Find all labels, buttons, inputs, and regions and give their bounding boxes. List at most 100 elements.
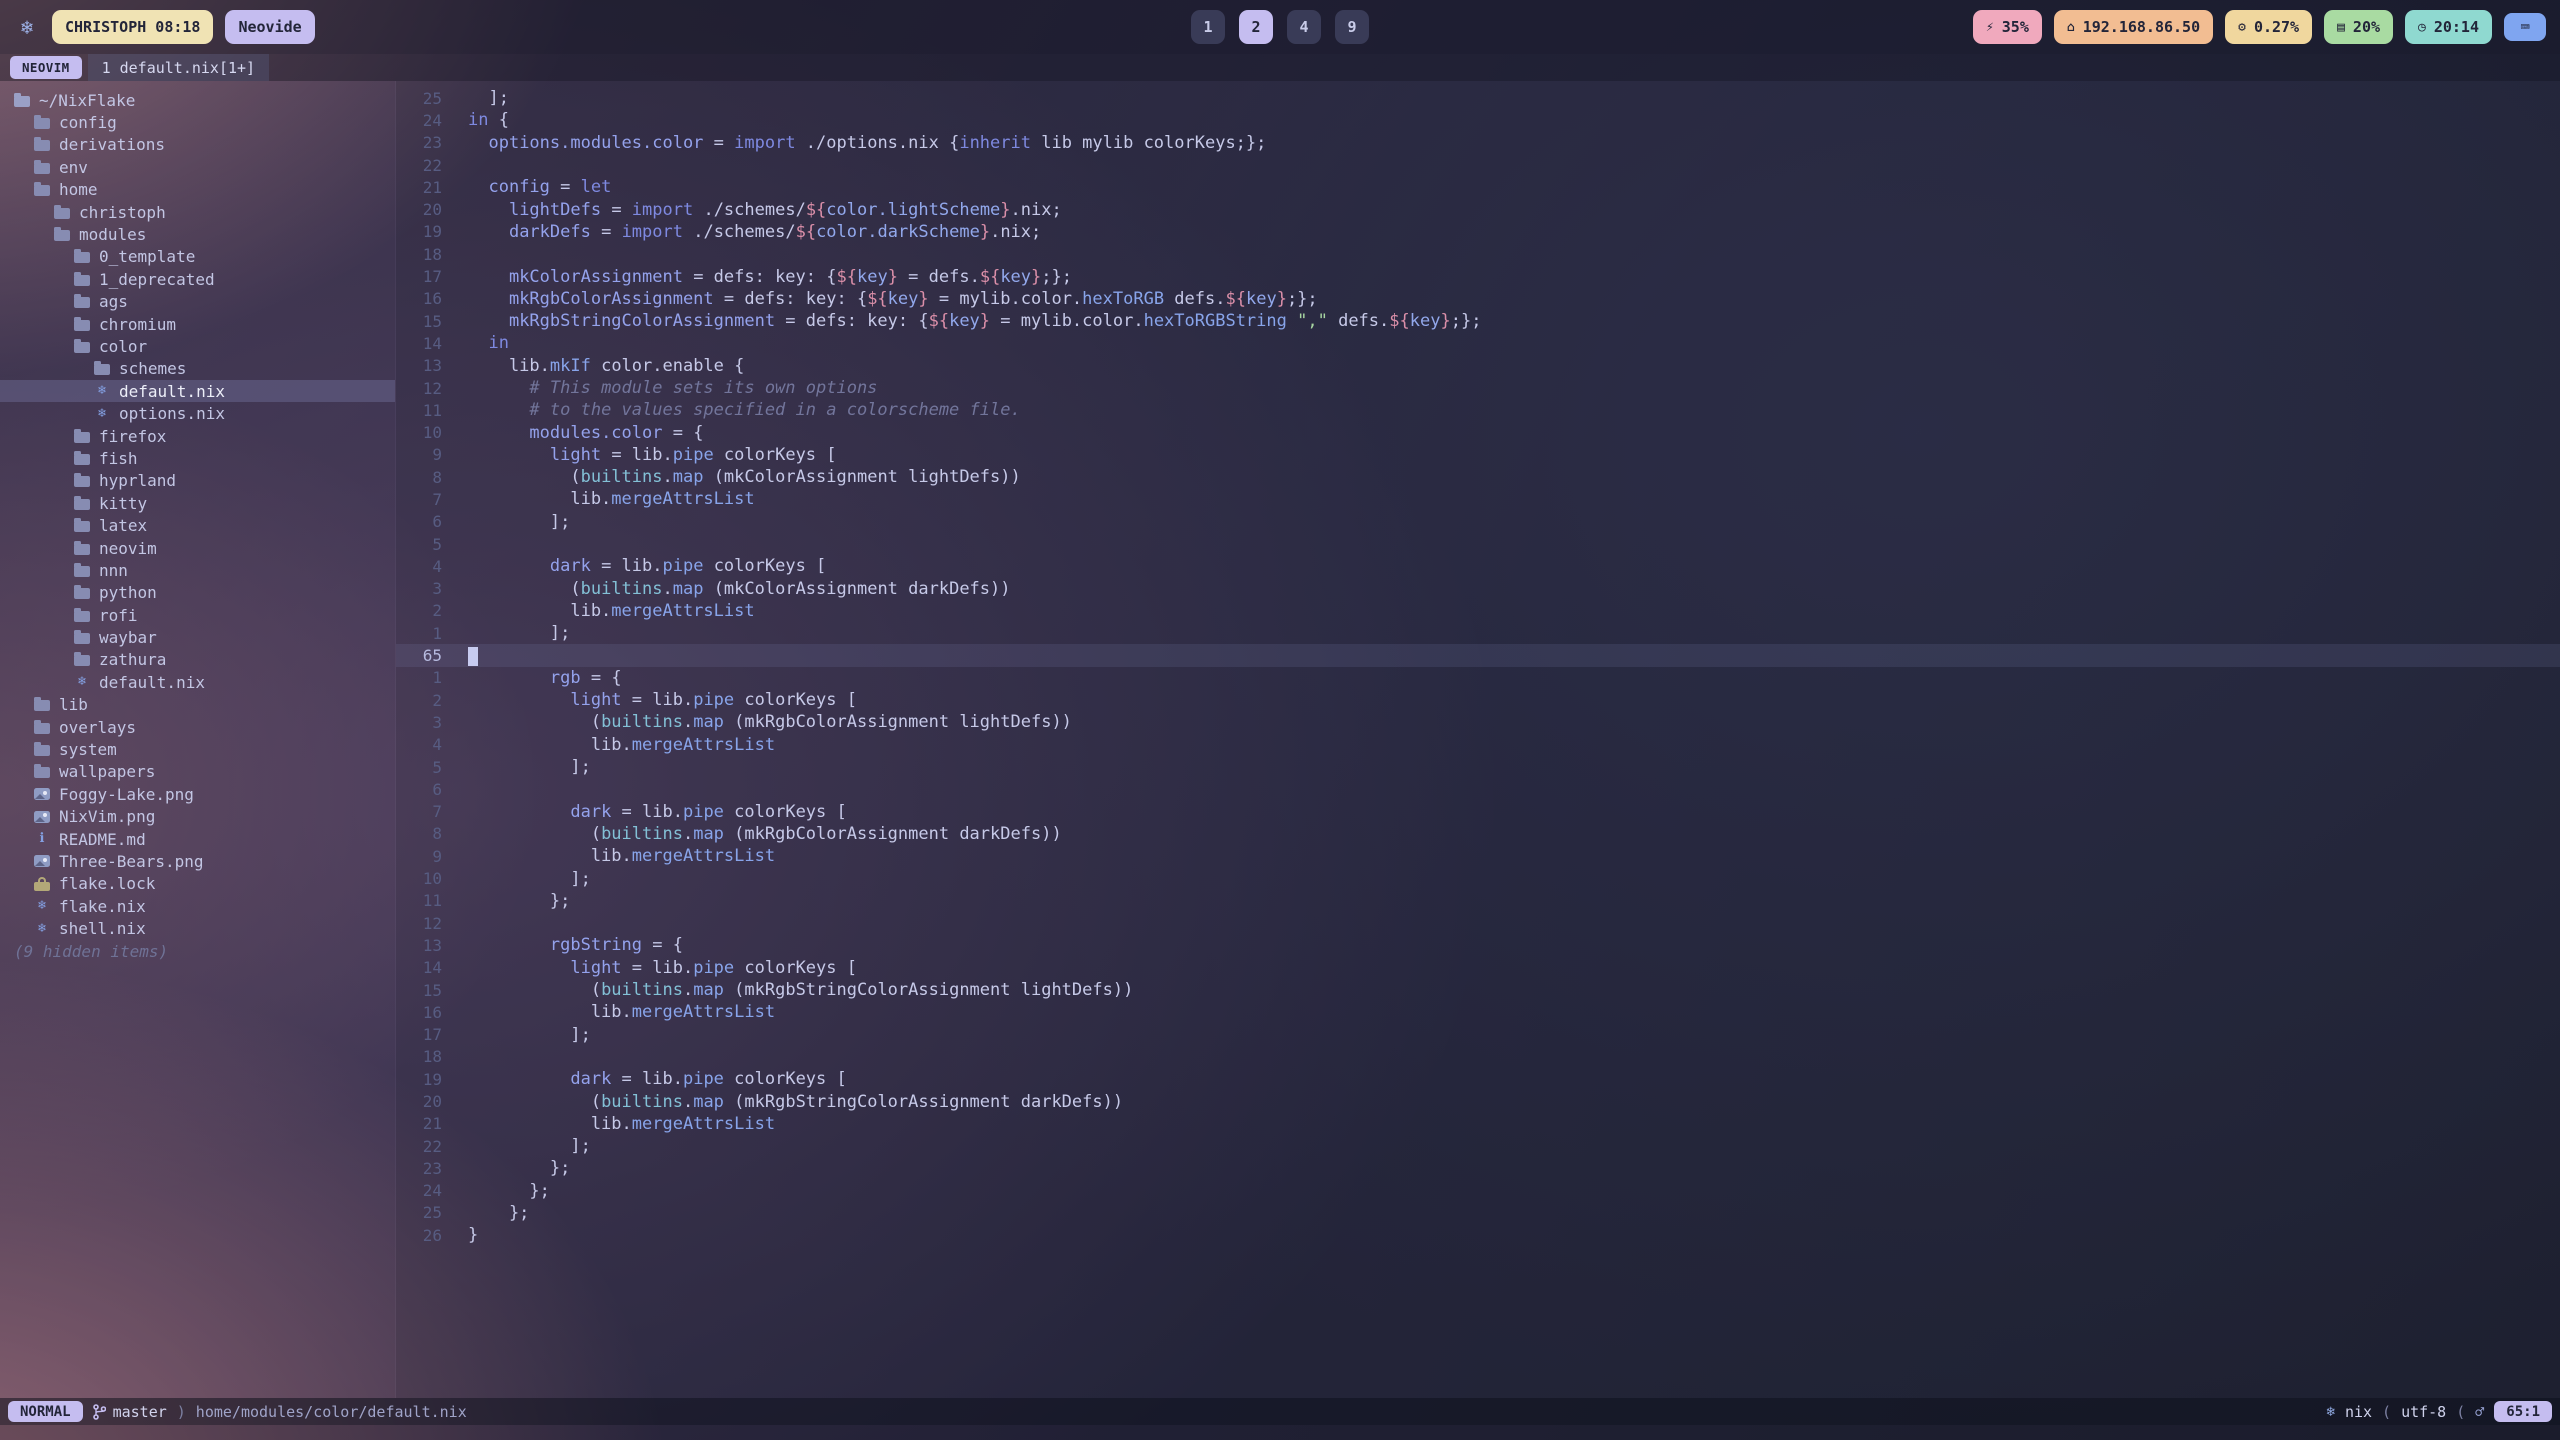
cursor-line[interactable]: 65 xyxy=(396,644,2560,666)
tree-item-env[interactable]: env xyxy=(0,156,395,178)
tree-item-christoph[interactable]: christoph xyxy=(0,201,395,223)
code-line[interactable]: 20 (builtins.map (mkRgbStringColorAssign… xyxy=(396,1090,2560,1112)
code-line[interactable]: 12 # This module sets its own options xyxy=(396,377,2560,399)
tree-item-flake.lock[interactable]: flake.lock xyxy=(0,873,395,895)
code-line[interactable]: 14 light = lib.pipe colorKeys [ xyxy=(396,957,2560,979)
code-line[interactable]: 6 xyxy=(396,778,2560,800)
tree-item-schemes[interactable]: schemes xyxy=(0,358,395,380)
code-line[interactable]: 6 ]; xyxy=(396,511,2560,533)
tree-item-nnn[interactable]: nnn xyxy=(0,559,395,581)
code-line[interactable]: 11 # to the values specified in a colors… xyxy=(396,399,2560,421)
tree-item-home[interactable]: home xyxy=(0,179,395,201)
code-line[interactable]: 12 xyxy=(396,912,2560,934)
code-line[interactable]: 21 config = let xyxy=(396,176,2560,198)
tree-item-ags[interactable]: ags xyxy=(0,291,395,313)
code-line[interactable]: 19 dark = lib.pipe colorKeys [ xyxy=(396,1068,2560,1090)
code-line[interactable]: 10 modules.color = { xyxy=(396,421,2560,443)
code-line[interactable]: 15 mkRgbStringColorAssignment = defs: ke… xyxy=(396,310,2560,332)
code-line[interactable]: 1 ]; xyxy=(396,622,2560,644)
code-line[interactable]: 19 darkDefs = import ./schemes/${color.d… xyxy=(396,221,2560,243)
code-line[interactable]: 8 (builtins.map (mkRgbColorAssignment da… xyxy=(396,823,2560,845)
code-line[interactable]: 14 in xyxy=(396,332,2560,354)
tree-item-latex[interactable]: latex xyxy=(0,514,395,536)
tree-item-system[interactable]: system xyxy=(0,738,395,760)
tray-chip[interactable]: ⌨ xyxy=(2504,13,2546,41)
tree-item-~-NixFlake[interactable]: ~/NixFlake xyxy=(0,89,395,111)
tab-1[interactable]: 1 default.nix[1+] xyxy=(88,54,270,81)
folder-icon xyxy=(94,364,110,375)
tree-item-NixVim.png[interactable]: NixVim.png xyxy=(0,806,395,828)
code-line[interactable]: 22 xyxy=(396,154,2560,176)
code-line[interactable]: 18 xyxy=(396,1046,2560,1068)
code-line[interactable]: 21 lib.mergeAttrsList xyxy=(396,1113,2560,1135)
code-line[interactable]: 3 (builtins.map (mkColorAssignment darkD… xyxy=(396,578,2560,600)
code-line[interactable]: 10 ]; xyxy=(396,867,2560,889)
code-line[interactable]: 1 rgb = { xyxy=(396,667,2560,689)
editor-buffer[interactable]: 25 ];24in {23 options.modules.color = im… xyxy=(396,81,2560,1398)
code-line[interactable]: 11 }; xyxy=(396,890,2560,912)
code-line[interactable]: 5 ]; xyxy=(396,756,2560,778)
tree-item-Three-Bears.png[interactable]: Three-Bears.png xyxy=(0,850,395,872)
code-line[interactable]: 20 lightDefs = import ./schemes/${color.… xyxy=(396,198,2560,220)
code-line[interactable]: 18 xyxy=(396,243,2560,265)
tree-item-derivations[interactable]: derivations xyxy=(0,134,395,156)
tree-item-firefox[interactable]: firefox xyxy=(0,425,395,447)
code-line[interactable]: 2 light = lib.pipe colorKeys [ xyxy=(396,689,2560,711)
tree-item-lib[interactable]: lib xyxy=(0,694,395,716)
code-line[interactable]: 25 }; xyxy=(396,1202,2560,1224)
workspace-button-9[interactable]: 9 xyxy=(1335,10,1369,44)
code-line[interactable]: 2 lib.mergeAttrsList xyxy=(396,600,2560,622)
tree-item-color[interactable]: color xyxy=(0,335,395,357)
tree-item-README.md[interactable]: ℹREADME.md xyxy=(0,828,395,850)
code-line[interactable]: 7 dark = lib.pipe colorKeys [ xyxy=(396,801,2560,823)
folder-icon xyxy=(74,655,90,666)
code-line[interactable]: 17 ]; xyxy=(396,1023,2560,1045)
tree-item-chromium[interactable]: chromium xyxy=(0,313,395,335)
tree-item-default.nix[interactable]: ❄default.nix xyxy=(0,380,395,402)
code-line[interactable]: 4 lib.mergeAttrsList xyxy=(396,734,2560,756)
tree-item-Foggy-Lake.png[interactable]: Foggy-Lake.png xyxy=(0,783,395,805)
code-line[interactable]: 9 light = lib.pipe colorKeys [ xyxy=(396,444,2560,466)
tree-item-fish[interactable]: fish xyxy=(0,447,395,469)
code-line[interactable]: 22 ]; xyxy=(396,1135,2560,1157)
tree-item-rofi[interactable]: rofi xyxy=(0,604,395,626)
code-line[interactable]: 3 (builtins.map (mkRgbColorAssignment li… xyxy=(396,711,2560,733)
tree-item-flake.nix[interactable]: ❄flake.nix xyxy=(0,895,395,917)
tree-item-zathura[interactable]: zathura xyxy=(0,649,395,671)
tree-item-kitty[interactable]: kitty xyxy=(0,492,395,514)
code-line[interactable]: 24in { xyxy=(396,109,2560,131)
tree-item-hyprland[interactable]: hyprland xyxy=(0,470,395,492)
code-line[interactable]: 17 mkColorAssignment = defs: key: {${key… xyxy=(396,265,2560,287)
tree-item-overlays[interactable]: overlays xyxy=(0,716,395,738)
tree-item-config[interactable]: config xyxy=(0,111,395,133)
code-line[interactable]: 16 lib.mergeAttrsList xyxy=(396,1001,2560,1023)
workspace-button-2[interactable]: 2 xyxy=(1239,10,1273,44)
code-line[interactable]: 13 lib.mkIf color.enable { xyxy=(396,355,2560,377)
tree-item-1_deprecated[interactable]: 1_deprecated xyxy=(0,268,395,290)
tree-item-0_template[interactable]: 0_template xyxy=(0,246,395,268)
code-line[interactable]: 23 }; xyxy=(396,1157,2560,1179)
workspace-button-1[interactable]: 1 xyxy=(1191,10,1225,44)
tree-item-python[interactable]: python xyxy=(0,582,395,604)
statusline: NORMAL master ) home/modules/color/defau… xyxy=(0,1398,2560,1425)
tree-item-modules[interactable]: modules xyxy=(0,223,395,245)
tree-item-wallpapers[interactable]: wallpapers xyxy=(0,761,395,783)
code-line[interactable]: 13 rgbString = { xyxy=(396,934,2560,956)
code-line[interactable]: 4 dark = lib.pipe colorKeys [ xyxy=(396,555,2560,577)
code-line[interactable]: 23 options.modules.color = import ./opti… xyxy=(396,132,2560,154)
code-line[interactable]: 9 lib.mergeAttrsList xyxy=(396,845,2560,867)
tree-item-options.nix[interactable]: ❄options.nix xyxy=(0,402,395,424)
code-line[interactable]: 26} xyxy=(396,1224,2560,1246)
workspace-button-4[interactable]: 4 xyxy=(1287,10,1321,44)
tree-item-waybar[interactable]: waybar xyxy=(0,626,395,648)
code-line[interactable]: 24 }; xyxy=(396,1180,2560,1202)
tree-item-shell.nix[interactable]: ❄shell.nix xyxy=(0,917,395,939)
code-line[interactable]: 5 xyxy=(396,533,2560,555)
code-line[interactable]: 15 (builtins.map (mkRgbStringColorAssign… xyxy=(396,979,2560,1001)
code-line[interactable]: 8 (builtins.map (mkColorAssignment light… xyxy=(396,466,2560,488)
tree-item-default.nix[interactable]: ❄default.nix xyxy=(0,671,395,693)
code-line[interactable]: 25 ]; xyxy=(396,87,2560,109)
code-line[interactable]: 7 lib.mergeAttrsList xyxy=(396,488,2560,510)
code-line[interactable]: 16 mkRgbColorAssignment = defs: key: {${… xyxy=(396,288,2560,310)
tree-item-neovim[interactable]: neovim xyxy=(0,537,395,559)
